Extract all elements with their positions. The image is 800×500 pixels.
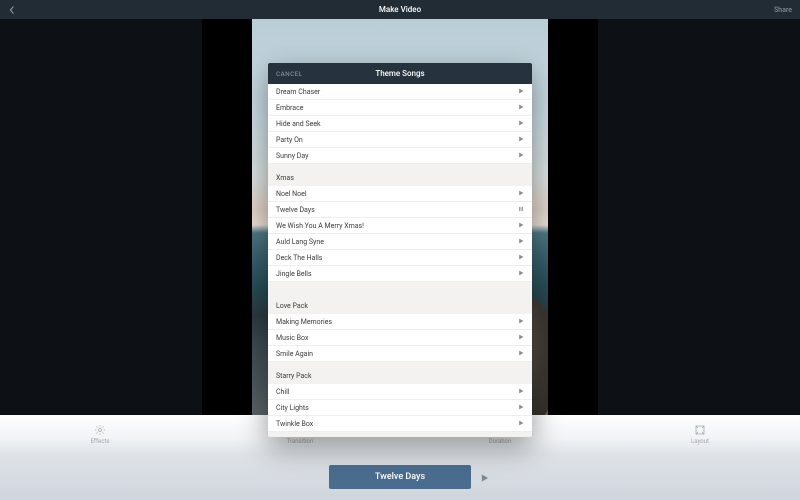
play-icon[interactable]: [518, 88, 524, 96]
back-button[interactable]: [6, 4, 18, 16]
song-title: We Wish You A Merry Xmas!: [276, 222, 364, 230]
top-bar: Make Video Share: [0, 0, 800, 19]
song-title: Hide and Seek: [276, 120, 321, 128]
song-title: Smile Again: [276, 350, 313, 358]
play-icon[interactable]: [518, 350, 524, 358]
play-icon[interactable]: [518, 120, 524, 128]
song-list[interactable]: Dream Chaser Embrace Hide and Seek Party On…: [268, 84, 532, 437]
play-icon[interactable]: [518, 404, 524, 412]
song-title: Making Memories: [276, 318, 332, 326]
song-row[interactable]: Sunny Day: [268, 148, 532, 164]
play-icon[interactable]: [518, 238, 524, 246]
song-title: Dream Chaser: [276, 88, 320, 96]
play-icon[interactable]: [518, 388, 524, 396]
song-row[interactable]: Making Memories: [268, 314, 532, 330]
song-row[interactable]: Hide and Seek: [268, 116, 532, 132]
play-icon[interactable]: [518, 334, 524, 342]
song-title: Embrace: [276, 104, 303, 112]
layout-icon: [694, 424, 706, 436]
cancel-button[interactable]: CANCEL: [276, 70, 302, 78]
song-row[interactable]: Music Box: [268, 330, 532, 346]
effects-icon: [94, 424, 106, 436]
play-icon[interactable]: [518, 254, 524, 262]
song-row[interactable]: Chill: [268, 384, 532, 400]
section-header: Starry Pack: [268, 362, 532, 384]
pause-icon[interactable]: [518, 206, 524, 214]
song-title: Party On: [276, 136, 303, 144]
song-title: Deck The Halls: [276, 254, 322, 262]
song-row[interactable]: Deck The Halls: [268, 250, 532, 266]
song-title: Music Box: [276, 334, 308, 342]
song-row[interactable]: Noel Noel: [268, 186, 532, 202]
modal-header: CANCEL Theme Songs: [268, 63, 532, 84]
song-row[interactable]: Smile Again: [268, 346, 532, 362]
tool-effects[interactable]: Effects: [0, 415, 200, 454]
play-icon[interactable]: [518, 152, 524, 160]
song-title: Chill: [276, 388, 290, 396]
play-icon[interactable]: [518, 318, 524, 326]
song-title: Jingle Bells: [276, 270, 312, 278]
chevron-left-icon: [8, 6, 16, 14]
song-title: Sunny Day: [276, 152, 308, 160]
song-title: Twelve Days: [276, 206, 315, 214]
tool-label: Duration: [489, 438, 512, 445]
section-gap: [268, 282, 532, 292]
play-icon[interactable]: [518, 270, 524, 278]
song-row[interactable]: Embrace: [268, 100, 532, 116]
song-row[interactable]: Party On: [268, 132, 532, 148]
section-header: Love Pack: [268, 292, 532, 314]
page-title: Make Video: [379, 5, 421, 14]
play-icon: [480, 474, 489, 483]
song-title: Auld Lang Syne: [276, 238, 324, 246]
song-title: City Lights: [276, 404, 309, 412]
song-row[interactable]: Jingle Bells: [268, 266, 532, 282]
play-icon[interactable]: [518, 136, 524, 144]
tool-label: Transition: [287, 438, 314, 445]
play-icon[interactable]: [518, 420, 524, 428]
song-row[interactable]: City Lights: [268, 400, 532, 416]
now-playing-pill[interactable]: Twelve Days: [329, 465, 471, 489]
song-title: Noel Noel: [276, 190, 307, 198]
song-row[interactable]: Auld Lang Syne: [268, 234, 532, 250]
song-row[interactable]: Dream Chaser: [268, 84, 532, 100]
play-bar: Twelve Days: [0, 454, 800, 500]
song-row[interactable]: Twelve Days: [268, 202, 532, 218]
tool-layout[interactable]: Layout: [600, 415, 800, 454]
tool-label: Effects: [91, 438, 110, 445]
play-icon[interactable]: [518, 104, 524, 112]
song-row[interactable]: We Wish You A Merry Xmas!: [268, 218, 532, 234]
play-icon[interactable]: [518, 190, 524, 198]
section-header: Xmas: [268, 164, 532, 186]
song-row[interactable]: Twinkle Box: [268, 416, 532, 432]
share-button[interactable]: Share: [774, 6, 792, 14]
modal-title: Theme Songs: [375, 69, 424, 78]
song-title: Twinkle Box: [276, 420, 313, 428]
play-icon[interactable]: [518, 222, 524, 230]
playbar-play-button[interactable]: [480, 468, 489, 487]
theme-songs-modal: CANCEL Theme Songs Dream Chaser Embrace Hi…: [268, 63, 532, 437]
tool-label: Layout: [691, 438, 709, 445]
